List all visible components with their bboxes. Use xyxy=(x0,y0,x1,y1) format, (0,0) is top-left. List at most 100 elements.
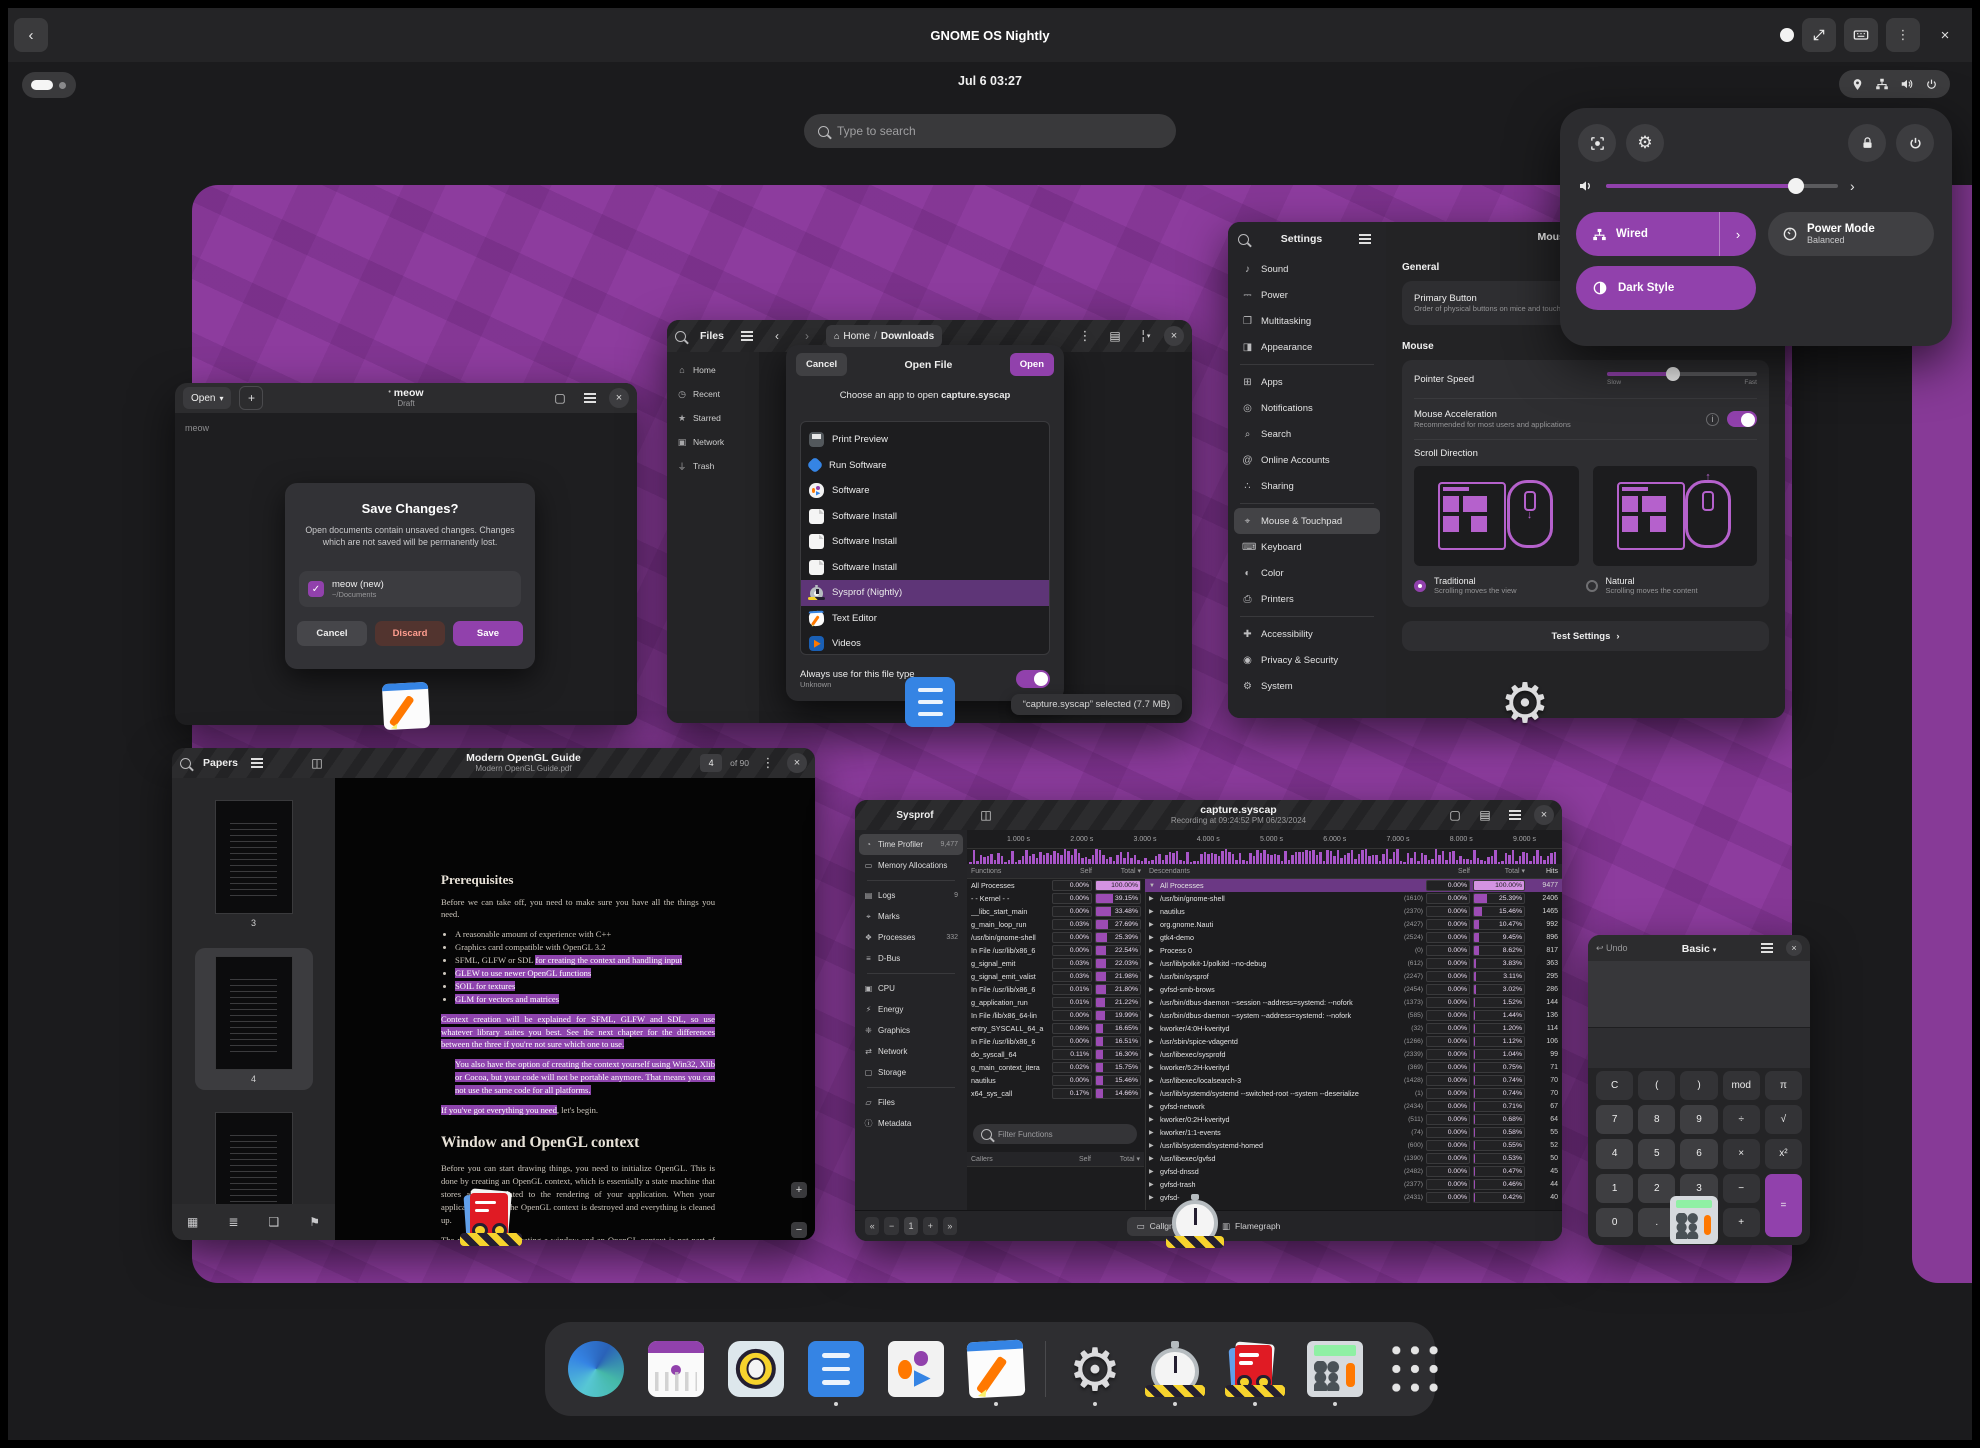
calc-display-expression[interactable] xyxy=(1588,961,1810,1027)
function-row[interactable]: g_signal_emit_valist 0.03% 21.98% xyxy=(967,970,1145,983)
zoom-in-button[interactable]: + xyxy=(791,1182,807,1198)
app-choice-software-install[interactable]: Software Install xyxy=(801,555,1049,581)
settings-item-sound[interactable]: ♪ Sound xyxy=(1234,256,1380,282)
dock-item-web[interactable] xyxy=(565,1332,627,1406)
nav-back-button[interactable]: ‹ xyxy=(766,325,788,347)
descendant-row[interactable]: ▶ gtk4-demo (2524) 0.00% 9.45% 896 xyxy=(1145,931,1562,944)
page-thumbnail[interactable]: 3 xyxy=(195,792,313,934)
descendant-row[interactable]: ▶ gvfsd-network (2434) 0.00% 0.71% 67 xyxy=(1145,1100,1562,1113)
function-row[interactable]: In File /lib/x86_64-lin 0.00% 19.99% xyxy=(967,1009,1145,1022)
zoom-out-button[interactable]: − xyxy=(791,1222,807,1238)
function-row[interactable]: do_syscall_64 0.11% 16.30% xyxy=(967,1048,1145,1061)
descendant-row[interactable]: ▶/usr/sbin/spice-vdagentd (1266) 0.00% 1.12… xyxy=(1145,1035,1562,1048)
files-window[interactable]: Files ‹ › ⌂ Home / Downloads ⋮ ▤ ╎ ▾ × ⌂ H… xyxy=(667,320,1192,723)
dock-item-software[interactable] xyxy=(885,1332,947,1406)
app-choice-sysprof-nightly-[interactable]: Sysprof (Nightly) xyxy=(801,580,1049,606)
close-button[interactable]: × xyxy=(609,388,629,408)
tab-flamegraph[interactable]: ▥ Flamegraph xyxy=(1212,1217,1290,1236)
search-input[interactable]: Type to search xyxy=(804,114,1176,148)
dock-item-grid[interactable] xyxy=(1384,1332,1446,1406)
calc-key-7[interactable]: 7 xyxy=(1596,1105,1634,1135)
descendant-row[interactable]: ▶/usr/bin/gnome-shell (1610) 0.00% 25.39% 24… xyxy=(1145,892,1562,905)
function-row[interactable]: g_main_context_itera 0.02% 15.75% xyxy=(967,1061,1145,1074)
descendant-row[interactable]: ▶/usr/bin/sysprof (2247) 0.00% 3.11% 295 xyxy=(1145,970,1562,983)
dock-item-sysprof[interactable] xyxy=(1144,1332,1206,1406)
bookmarks-icon[interactable]: ⚑ xyxy=(309,1215,320,1229)
sysprof-item-d-bus[interactable]: ≡ D-Bus xyxy=(859,948,963,969)
sysprof-item-energy[interactable]: ⚡ Energy xyxy=(859,999,963,1020)
descendant-row[interactable]: ▶ org.gnome.Nauti (2427) 0.00% 10.47% 992 xyxy=(1145,918,1562,931)
files-sidebar-item-network[interactable]: ▣ Network xyxy=(667,430,759,454)
function-row[interactable]: /usr/bin/gnome-shell 0.00% 25.39% xyxy=(967,931,1145,944)
files-close-button[interactable]: × xyxy=(1164,326,1184,346)
sysprof-item-graphics[interactable]: ❈ Graphics xyxy=(859,1020,963,1041)
cancel-button[interactable]: Cancel xyxy=(297,621,367,646)
descendant-row[interactable]: ▶/usr/lib/polkit-1/polkitd --no-debug (61… xyxy=(1145,957,1562,970)
qs-settings-button[interactable]: ⚙ xyxy=(1626,124,1664,162)
unsaved-file-row[interactable]: ✓ meow (new) ~/Documents xyxy=(299,571,521,607)
close-window-button[interactable]: × xyxy=(1928,18,1962,52)
descendant-row[interactable]: ▶/usr/bin/dbus-daemon --system --address… xyxy=(1145,1009,1562,1022)
calculator-close-button[interactable]: × xyxy=(1786,940,1802,956)
files-sidebar-menu-button[interactable] xyxy=(736,325,758,347)
fullscreen-button[interactable] xyxy=(1802,18,1836,52)
dialog-open-button[interactable]: Open xyxy=(1009,353,1054,376)
system-tray[interactable] xyxy=(1839,70,1950,98)
app-choice-run-software[interactable]: Run Software xyxy=(801,453,1049,479)
wired-network-button[interactable]: Wired › xyxy=(1576,212,1756,256)
traditional-radio[interactable] xyxy=(1414,579,1426,592)
calc-key-÷[interactable]: ÷ xyxy=(1722,1105,1760,1135)
nav-first-button[interactable]: « xyxy=(865,1217,880,1235)
sysprof-item-cpu[interactable]: ▣ CPU xyxy=(859,978,963,999)
traditional-tile[interactable]: ↓ xyxy=(1414,466,1579,566)
sidebar-toggle-button[interactable]: ◫ xyxy=(306,752,328,774)
descendant-row[interactable]: ▶/usr/libexec/sysprofd (2339) 0.00% 1.04% 99 xyxy=(1145,1048,1562,1061)
file-checkbox[interactable]: ✓ xyxy=(308,581,324,597)
wired-expand-button[interactable]: › xyxy=(1719,212,1756,256)
dock-item-calculator[interactable] xyxy=(1304,1332,1366,1406)
calc-key-−[interactable]: − xyxy=(1722,1173,1760,1203)
app-choice-text-editor[interactable]: Text Editor xyxy=(801,606,1049,632)
sysprof-item-marks[interactable]: ⌖ Marks xyxy=(859,906,963,927)
save-button[interactable]: Save xyxy=(453,621,523,646)
undo-button[interactable]: ↩ Undo xyxy=(1596,943,1628,954)
dock-item-calendar[interactable] xyxy=(645,1332,707,1406)
calc-key-8[interactable]: 8 xyxy=(1638,1105,1676,1135)
settings-item-keyboard[interactable]: ⌨ Keyboard xyxy=(1234,534,1380,560)
papers-window[interactable]: Papers ◫ Modern OpenGL Guide Modern Open… xyxy=(172,748,815,1240)
record-indicator-icon[interactable] xyxy=(1780,28,1794,42)
settings-item-appearance[interactable]: ◨ Appearance xyxy=(1234,334,1380,360)
calc-key-5[interactable]: 5 xyxy=(1638,1139,1676,1169)
function-row[interactable]: In File /usr/lib/x86_6 0.01% 21.80% xyxy=(967,983,1145,996)
page-thumbnail[interactable]: 4 xyxy=(194,948,313,1090)
settings-item-accessibility[interactable]: ✚ Accessibility xyxy=(1234,621,1380,647)
nav-forward-button[interactable]: › xyxy=(796,325,818,347)
settings-search-icon[interactable] xyxy=(1238,233,1249,245)
pdf-page[interactable]: Prerequisites Before we can take off, you… xyxy=(335,778,815,1240)
filter-functions-input[interactable]: Filter Functions xyxy=(973,1124,1137,1144)
nav-zoom-out-button[interactable]: − xyxy=(884,1217,899,1235)
descendant-row[interactable]: ▶/usr/libexec/gvfsd (1390) 0.00% 0.53% 50 xyxy=(1145,1152,1562,1165)
app-choice-software[interactable]: Software xyxy=(801,478,1049,504)
function-row[interactable]: g_application_run 0.01% 21.22% xyxy=(967,996,1145,1009)
sysprof-document-button[interactable]: ▤ xyxy=(1474,804,1496,826)
dock-item-music[interactable] xyxy=(725,1332,787,1406)
timeline-ruler[interactable]: 1.000 s 2.000 s 3.000 s 4.000 s 5.000 s 6.000… xyxy=(967,830,1562,849)
sysprof-item-network[interactable]: ⇄ Network xyxy=(859,1041,963,1062)
files-sidebar-item-recent[interactable]: ◷ Recent xyxy=(667,382,759,406)
descendant-row[interactable]: ▶ gvfsd-trash (2377) 0.00% 0.46% 44 xyxy=(1145,1178,1562,1191)
sysprof-item-memory-allocations[interactable]: ▭ Memory Allocations xyxy=(859,855,963,876)
menu-button[interactable]: ⋮ xyxy=(1886,18,1920,52)
annotations-icon[interactable]: ❑ xyxy=(268,1215,279,1229)
calc-key-x²[interactable]: x² xyxy=(1764,1139,1802,1169)
app-choice-software-install[interactable]: Software Install xyxy=(801,504,1049,530)
files-sidebar-item-starred[interactable]: ★ Starred xyxy=(667,406,759,430)
function-row[interactable]: __libc_start_main 0.00% 33.48% xyxy=(967,905,1145,918)
settings-item-sharing[interactable]: ∴ Sharing xyxy=(1234,473,1380,499)
sysprof-item-files[interactable]: ▱ Files xyxy=(859,1092,963,1113)
nav-last-button[interactable]: » xyxy=(942,1217,958,1235)
calc-key-0[interactable]: 0 xyxy=(1596,1207,1634,1237)
function-row[interactable]: nautilus 0.00% 15.46% xyxy=(967,1074,1145,1087)
new-folder-button[interactable]: ▤ xyxy=(1104,325,1126,347)
dark-style-button[interactable]: Dark Style xyxy=(1576,266,1756,310)
